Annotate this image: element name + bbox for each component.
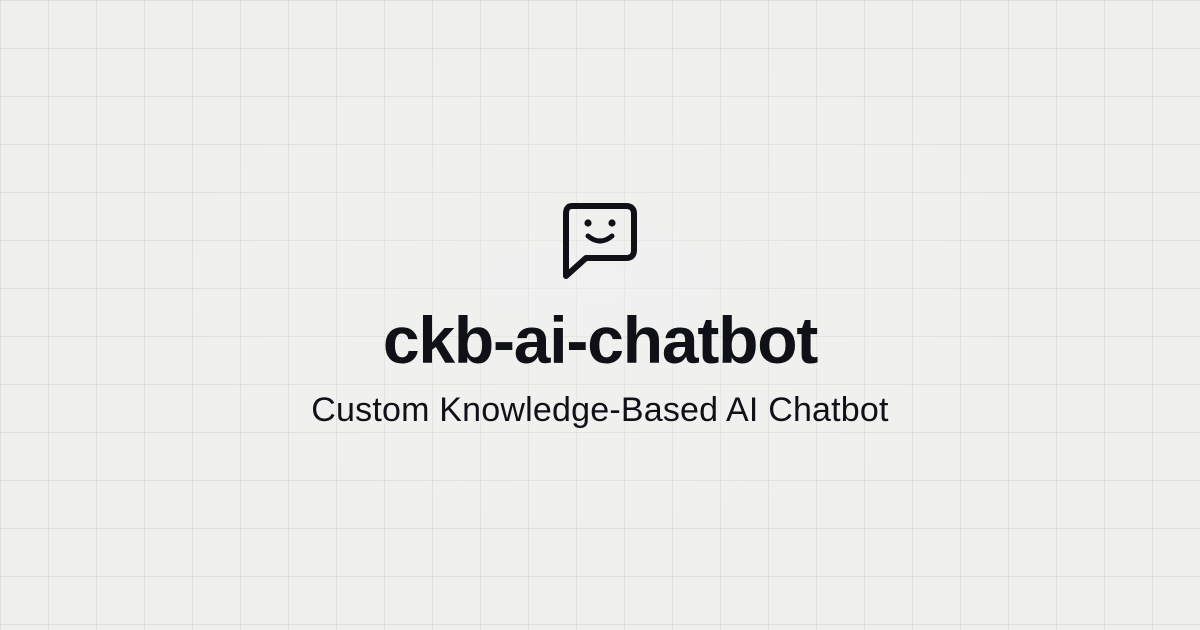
og-card: { "logo": { "icon": "chat-smile-icon", "… [0, 0, 1200, 630]
hero: ckb-ai-chatbot Custom Knowledge-Based AI… [0, 196, 1200, 430]
chat-smile-icon [563, 203, 637, 279]
page-title: ckb-ai-chatbot [382, 303, 818, 377]
page-subtitle: Custom Knowledge-Based AI Chatbot [311, 391, 889, 429]
